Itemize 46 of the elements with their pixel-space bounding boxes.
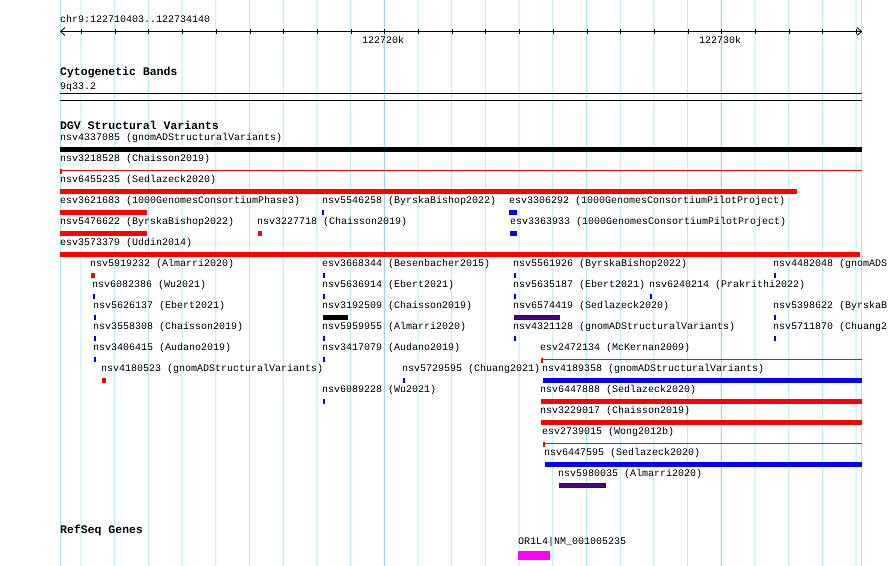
feature-label: nsv6574419 (Sedlazeck2020) (513, 302, 670, 312)
feature-label: nsv5476622 (ByrskaBishop2022) (60, 218, 234, 228)
feature-label: nsv5959955 (Almarri2020) (322, 323, 466, 333)
feature-label: nsv3417079 (Audano2019) (322, 344, 460, 354)
feature-label: esv3306292 (1000GenomesConsortiumPilotProject) (509, 197, 786, 207)
feature-label: nsv5729595 (Chuang2021) (402, 365, 540, 375)
feature-label: nsv5635187 (Ebert2021) (513, 281, 646, 291)
feature-label: esv3621683 (1000GenomesConsortiumPhase3) (60, 197, 300, 207)
feature-label: nsv5711870 (Chuang2 (773, 323, 888, 333)
feature-label: nsv3192509 (Chaisson2019) (322, 302, 472, 312)
feature-label: nsv6089228 (Wu2021) (322, 386, 436, 396)
feature-label: OR1L4|NM_001005235 (518, 538, 626, 548)
ruler-tick-label: 122720k (362, 37, 404, 47)
feature-label: nsv6082386 (Wu2021) (92, 281, 206, 291)
track-title: Cytogenetic Bands (60, 67, 178, 79)
feature-label: esv3668344 (Besenbacher2015) (322, 260, 490, 270)
feature-label: nsv5398622 (ByrskaB (773, 302, 888, 312)
feature-label: nsv4321128 (gnomADStructuralVariants) (513, 323, 736, 333)
feature-label: nsv5980035 (Almarri2020) (558, 470, 702, 480)
feature-label: esv2739015 (Wong2012b) (542, 428, 674, 438)
location-label: chr9:122710403..122734140 (60, 16, 210, 26)
feature-label: nsv6447595 (Sedlazeck2020) (544, 449, 700, 459)
feature-label: nsv5636914 (Ebert2021) (322, 281, 454, 291)
feature-label: nsv4482048 (gnomADS (773, 260, 888, 270)
feature-label: nsv4337085 (gnomADStructuralVariants) (60, 134, 282, 144)
feature-label: nsv3406415 (Audano2019) (93, 344, 232, 354)
feature-label: nsv3218528 (Chaisson2019) (60, 155, 210, 165)
ruler-tick-label: 122730k (699, 37, 742, 47)
feature-label: nsv3558308 (Chaisson2019) (93, 323, 244, 333)
feature-label: nsv5546258 (ByrskaBishop2022) (322, 197, 496, 207)
track-title: DGV Structural Variants (60, 121, 219, 133)
feature-label: nsv4189358 (gnomADStructuralVariants) (542, 365, 764, 375)
feature-label: nsv5919232 (Almarri2020) (90, 260, 234, 270)
feature-label: esv3573379 (Uddin2014) (60, 239, 192, 249)
feature-label: nsv3227718 (Chaisson2019) (257, 218, 408, 228)
feature-label: nsv5561926 (ByrskaBishop2022) (513, 260, 688, 270)
feature-label: nsv4180523 (gnomADStructuralVariants) (101, 365, 324, 375)
feature-label: nsv6240214 (Prakrithi2022) (649, 281, 806, 291)
feature-label: nsv3229017 (Chaisson2019) (540, 407, 690, 417)
feature-label: nsv6447888 (Sedlazeck2020) (540, 386, 696, 396)
track-title: RefSeq Genes (60, 525, 143, 537)
feature-label: 9q33.2 (60, 83, 96, 93)
feature-label: nsv6455235 (Sedlazeck2020) (60, 176, 216, 186)
feature-label: esv3363933 (1000GenomesConsortiumPilotProject) (510, 218, 786, 228)
feature-label: nsv5626137 (Ebert2021) (93, 302, 226, 312)
feature-label: esv2472134 (McKernan2009) (540, 344, 690, 354)
